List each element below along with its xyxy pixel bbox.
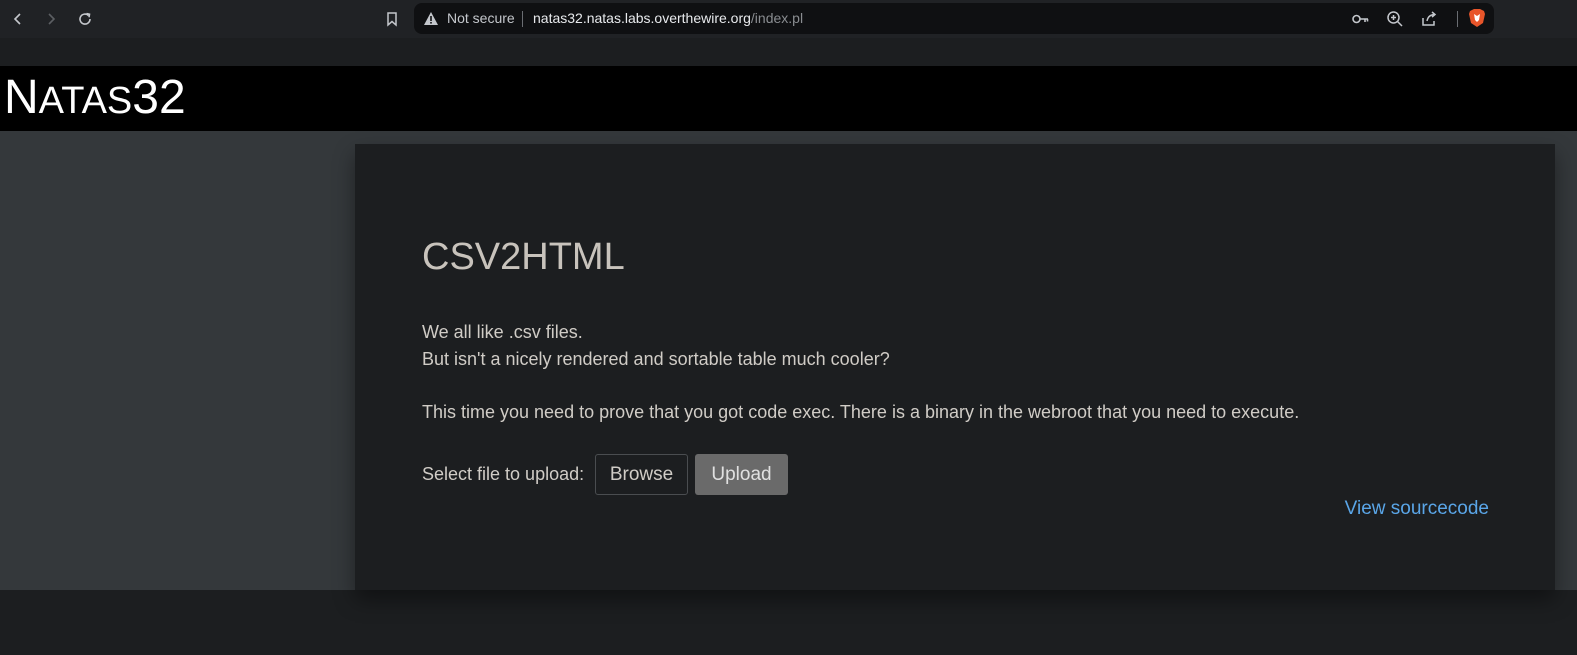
content-panel: CSV2HTML We all like .csv files. But isn…: [355, 144, 1555, 590]
browser-toolbar: Not secure natas32.natas.labs.overthewir…: [0, 0, 1577, 38]
url-text[interactable]: natas32.natas.labs.overthewire.org/index…: [533, 3, 803, 34]
divider: [522, 11, 523, 27]
back-icon[interactable]: [6, 7, 30, 31]
security-label[interactable]: Not secure: [447, 3, 515, 34]
warning-icon[interactable]: [423, 11, 439, 31]
view-sourcecode-link[interactable]: View sourcecode: [1345, 498, 1489, 520]
site-header: NATAS32: [0, 66, 1577, 131]
challenge-text: This time you need to prove that you got…: [422, 402, 1300, 422]
logo-number: 32: [132, 71, 186, 124]
brave-shield-icon[interactable]: [1468, 8, 1488, 28]
address-bar[interactable]: Not secure natas32.natas.labs.overthewir…: [414, 3, 1494, 34]
intro-line-2: But isn't a nicely rendered and sortable…: [422, 349, 890, 369]
url-host: natas32.natas.labs.overthewire.org: [533, 10, 751, 26]
key-icon[interactable]: [1351, 9, 1371, 29]
logo-text: ATAS: [38, 80, 133, 122]
browse-button[interactable]: Browse: [595, 454, 688, 495]
logo-letter: N: [4, 71, 39, 124]
reload-icon[interactable]: [73, 7, 97, 31]
url-path: /index.pl: [750, 10, 804, 26]
upload-button[interactable]: Upload: [695, 454, 788, 495]
divider: [1457, 11, 1458, 27]
bookmark-icon[interactable]: [380, 7, 404, 31]
zoom-icon[interactable]: [1385, 9, 1405, 29]
site-logo: NATAS32: [4, 70, 186, 125]
share-icon[interactable]: [1419, 9, 1439, 29]
page: NATAS32 CSV2HTML We all like .csv files.…: [0, 38, 1577, 655]
forward-icon[interactable]: [39, 7, 63, 31]
upload-label: Select file to upload:: [422, 464, 585, 484]
page-title: CSV2HTML: [422, 236, 625, 278]
intro-line-1: We all like .csv files.: [422, 322, 583, 342]
